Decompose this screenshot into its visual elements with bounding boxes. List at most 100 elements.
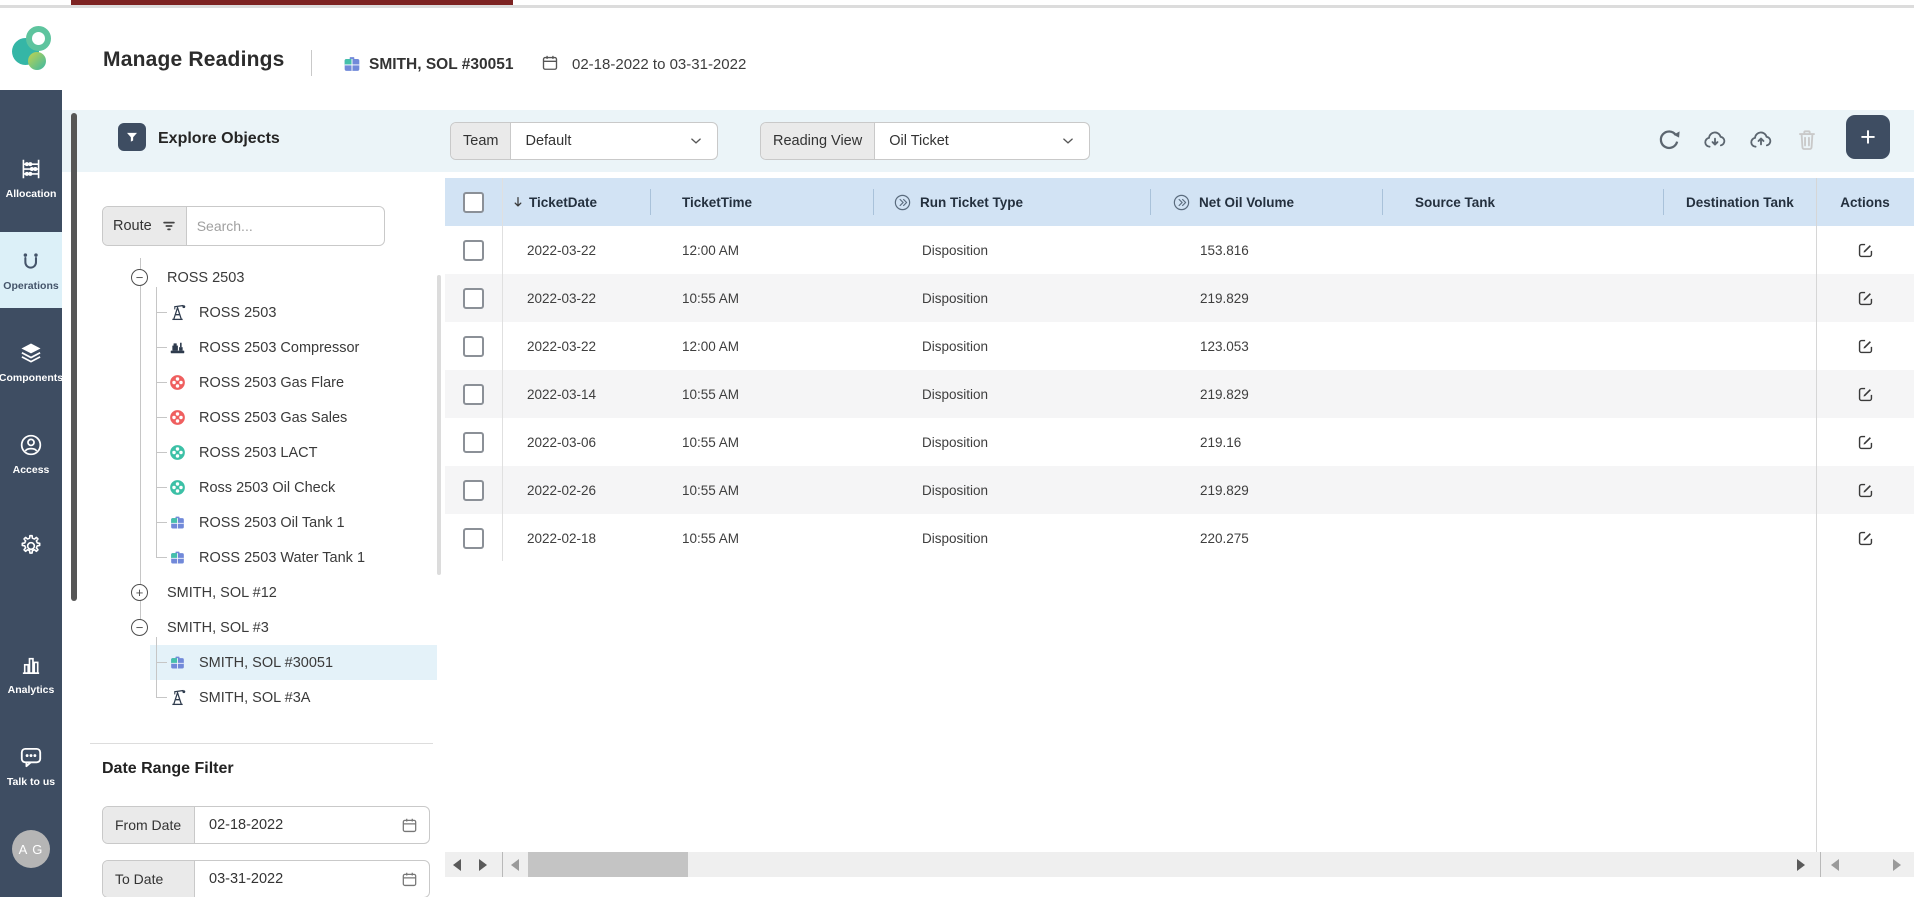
team-select-label: Team — [451, 123, 511, 159]
tree-item[interactable]: ROSS 2503 Gas Sales — [62, 400, 437, 435]
scroll-left-button[interactable] — [453, 859, 461, 871]
vertical-scrollbar[interactable] — [71, 113, 77, 601]
app-header: Manage Readings SMITH, SOL #30051 02-18-… — [0, 8, 1914, 90]
liquid-meter-icon — [168, 478, 187, 497]
from-date-input[interactable] — [195, 817, 400, 833]
calendar-icon[interactable] — [400, 870, 419, 889]
cell-actions — [1816, 370, 1914, 418]
edit-reading-button[interactable] — [1856, 529, 1875, 548]
trash-icon — [1794, 127, 1820, 153]
pumpjack-icon — [168, 688, 187, 707]
edit-reading-button[interactable] — [1856, 481, 1875, 500]
horizontal-scrollbar-thumb[interactable] — [528, 852, 688, 877]
row-checkbox[interactable] — [463, 528, 484, 549]
edit-reading-button[interactable] — [1856, 289, 1875, 308]
table-row: 2022-03-06 10:55 AM Disposition 219.16 — [445, 418, 1914, 466]
liquid-meter-icon — [168, 443, 187, 462]
sidebar-item-talk-to-us[interactable]: Talk to us — [0, 728, 62, 804]
add-reading-button[interactable]: + — [1846, 115, 1890, 159]
cell-ticket-date: 2022-03-06 — [502, 418, 650, 466]
route-filter-button[interactable]: Route — [103, 207, 187, 245]
collapse-column-icon[interactable] — [1172, 193, 1191, 212]
to-date-input[interactable] — [195, 871, 400, 887]
edit-reading-button[interactable] — [1856, 385, 1875, 404]
object-tree: − ROSS 2503 ROSS 2503 ROSS 2503 Compress… — [62, 260, 437, 715]
row-checkbox[interactable] — [463, 240, 484, 261]
row-checkbox[interactable] — [463, 336, 484, 357]
team-select[interactable]: Team Default — [450, 122, 718, 160]
tree-item[interactable]: SMITH, SOL #3A — [62, 680, 437, 715]
column-header-run-ticket-type[interactable]: Run Ticket Type — [873, 178, 1150, 226]
scroll-right-button[interactable] — [1893, 859, 1901, 871]
cell-net-oil-volume: 219.829 — [1150, 274, 1382, 322]
column-label: Run Ticket Type — [920, 195, 1023, 210]
cell-source-tank — [1382, 322, 1663, 370]
calendar-icon[interactable] — [400, 816, 419, 835]
scroll-left-button[interactable] — [1831, 859, 1839, 871]
sidebar-item-analytics[interactable]: Analytics — [0, 636, 62, 712]
column-header-tickettime[interactable]: TicketTime — [650, 178, 873, 226]
explore-filter-button[interactable] — [118, 123, 146, 151]
route-label: Route — [113, 218, 152, 234]
edit-reading-button[interactable] — [1856, 433, 1875, 452]
cloud-download-button[interactable] — [1702, 127, 1728, 153]
cell-actions — [1816, 226, 1914, 274]
scroll-right-button[interactable] — [479, 859, 487, 871]
tree-item-label: SMITH, SOL #12 — [167, 585, 277, 601]
row-checkbox[interactable] — [463, 384, 484, 405]
tree-item[interactable]: ROSS 2503 Water Tank 1 — [62, 540, 437, 575]
column-header-destination-tank[interactable]: Destination Tank — [1663, 178, 1816, 226]
tree-item[interactable]: ROSS 2503 Compressor — [62, 330, 437, 365]
cell-destination-tank — [1663, 418, 1816, 466]
app-logo[interactable] — [8, 20, 58, 80]
tree-item-label: Ross 2503 Oil Check — [199, 480, 335, 496]
row-checkbox[interactable] — [463, 432, 484, 453]
scroll-right-button[interactable] — [1797, 859, 1805, 871]
tree-item[interactable]: + SMITH, SOL #12 — [62, 575, 437, 610]
cell-run-ticket-type: Disposition — [873, 274, 1150, 322]
tree-item[interactable]: ROSS 2503 Gas Flare — [62, 365, 437, 400]
cloud-upload-button[interactable] — [1748, 127, 1774, 153]
refresh-button[interactable] — [1656, 127, 1682, 153]
column-header-ticketdate[interactable]: TicketDate — [502, 178, 650, 226]
trash-button[interactable] — [1794, 127, 1820, 153]
collapse-icon[interactable]: − — [131, 269, 148, 286]
sidebar-item-label: Components — [0, 372, 63, 384]
tree-item[interactable]: ROSS 2503 LACT — [62, 435, 437, 470]
column-header-net-oil-volume[interactable]: Net Oil Volume — [1150, 178, 1382, 226]
table-row: 2022-02-18 10:55 AM Disposition 220.275 — [445, 514, 1914, 562]
collapse-column-icon[interactable] — [893, 193, 912, 212]
sidebar-item-operations[interactable]: Operations — [0, 232, 62, 308]
edit-reading-button[interactable] — [1856, 337, 1875, 356]
sidebar-item-components[interactable]: Components — [0, 324, 62, 400]
select-all-checkbox[interactable] — [463, 192, 484, 213]
edit-reading-button[interactable] — [1856, 241, 1875, 260]
tree-item[interactable]: SMITH, SOL #30051 — [62, 645, 437, 680]
cell-net-oil-volume: 153.816 — [1150, 226, 1382, 274]
sidebar-item-gear-icon[interactable] — [0, 508, 62, 584]
tree-item[interactable]: ROSS 2503 — [62, 295, 437, 330]
search-input[interactable] — [187, 218, 384, 234]
expand-icon[interactable]: + — [131, 584, 148, 601]
cell-ticket-date: 2022-03-22 — [502, 322, 650, 370]
tree-item[interactable]: − ROSS 2503 — [62, 260, 437, 295]
row-checkbox[interactable] — [463, 480, 484, 501]
sidebar-item-allocation[interactable]: Allocation — [0, 140, 62, 216]
scrollbar-divider — [502, 852, 503, 877]
avatar[interactable]: A G — [12, 830, 50, 868]
cell-actions — [1816, 514, 1914, 562]
tree-item-label: SMITH, SOL #30051 — [199, 655, 333, 671]
row-checkbox[interactable] — [463, 288, 484, 309]
panel-vertical-scrollbar[interactable] — [437, 275, 441, 575]
sidebar-item-access[interactable]: Access — [0, 416, 62, 492]
column-header-source-tank[interactable]: Source Tank — [1382, 178, 1663, 226]
collapse-icon[interactable]: − — [131, 619, 148, 636]
column-label: Actions — [1840, 195, 1890, 210]
scroll-left-button[interactable] — [511, 859, 519, 871]
tree-item[interactable]: ROSS 2503 Oil Tank 1 — [62, 505, 437, 540]
tree-item[interactable]: − SMITH, SOL #3 — [62, 610, 437, 645]
cell-run-ticket-type: Disposition — [873, 466, 1150, 514]
tree-item[interactable]: Ross 2503 Oil Check — [62, 470, 437, 505]
cell-source-tank — [1382, 370, 1663, 418]
reading-view-select[interactable]: Reading View Oil Ticket — [760, 122, 1090, 160]
